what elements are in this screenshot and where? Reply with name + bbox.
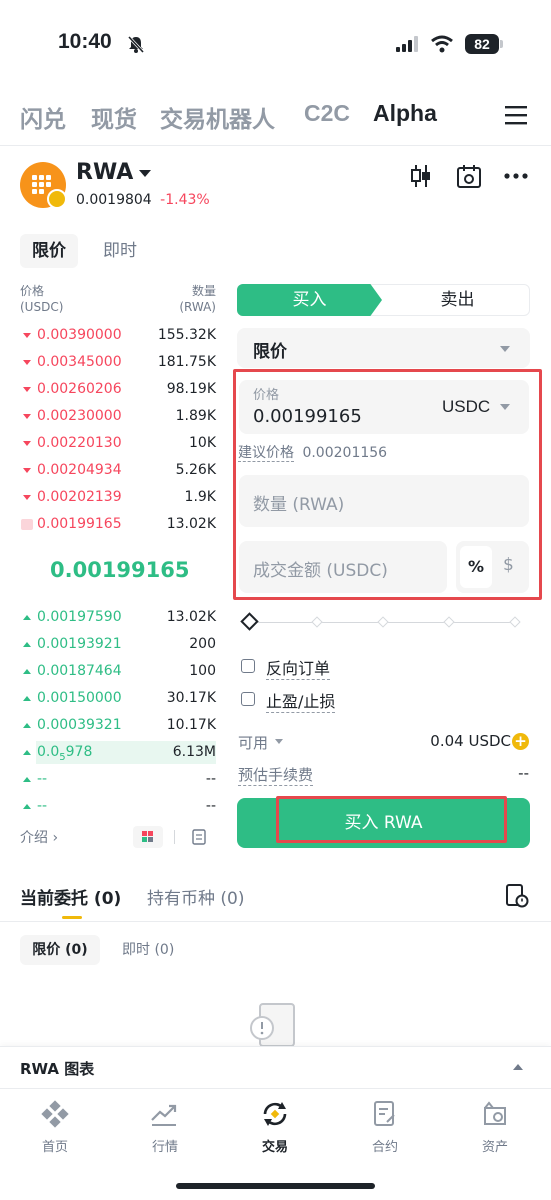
slider-step-75[interactable] <box>443 616 455 628</box>
slider-step-50[interactable] <box>377 616 389 628</box>
reverse-order-label[interactable]: 反向订单 <box>266 655 331 680</box>
my-order-marker-icon <box>21 519 33 530</box>
divider <box>0 145 551 146</box>
pair-price-line: 0.0019804 -1.43% <box>76 192 210 208</box>
amount-slider-handle[interactable] <box>240 612 259 631</box>
ob-qty-header: 数量 (RWA) <box>179 283 216 315</box>
bid-row[interactable]: 0.00150000 30.17K <box>20 685 216 712</box>
wifi-icon <box>431 35 453 53</box>
ask-row[interactable]: 0.00199165 13.02K <box>20 511 216 538</box>
order-type-limit-tab[interactable]: 限价 <box>20 234 78 268</box>
filter-limit[interactable]: 限价 (0) <box>20 935 100 965</box>
tab-c2c[interactable]: C2C <box>304 100 350 127</box>
last-price[interactable]: 0.00199165 <box>50 558 189 582</box>
intro-link[interactable]: 介绍 › <box>20 827 58 847</box>
bid-row[interactable]: 0.00187464 100 <box>20 658 216 685</box>
ob-qty-label: 数量 <box>191 284 216 298</box>
tp-sl-checkbox[interactable] <box>241 692 255 706</box>
tab-holdings[interactable]: 持有币种 (0) <box>147 884 244 909</box>
available-label[interactable]: 可用 <box>238 732 268 753</box>
divider <box>174 830 175 844</box>
chain-badge-icon <box>47 189 67 209</box>
candlestick-icon[interactable] <box>410 163 432 189</box>
nav-futures[interactable]: 合约 <box>355 1136 415 1155</box>
ob-qty-unit: (RWA) <box>179 300 216 314</box>
calendar-icon[interactable] <box>456 163 482 189</box>
nav-assets[interactable]: 资产 <box>465 1136 525 1155</box>
bid-row[interactable]: 0.05978 6.13M <box>20 739 216 766</box>
ask-row[interactable]: 0.00390000 155.32K <box>20 322 216 349</box>
pair-dropdown-icon[interactable] <box>139 170 151 177</box>
futures-icon <box>374 1101 395 1126</box>
chevron-down-icon <box>275 739 283 744</box>
ask-row[interactable]: 0.00204934 5.26K <box>20 457 216 484</box>
ask-row[interactable]: 0.00220130 10K <box>20 430 216 457</box>
chevron-up-icon <box>513 1064 523 1070</box>
bid-row: -- -- <box>20 793 216 820</box>
pair-price: 0.0019804 <box>76 192 152 208</box>
slider-step-25[interactable] <box>311 616 323 628</box>
ob-price-unit: (USDC) <box>20 300 64 314</box>
tab-trading-bots[interactable]: 交易机器人 <box>160 100 275 134</box>
ob-price-label: 价格 <box>20 284 45 298</box>
add-funds-icon[interactable]: + <box>512 733 529 750</box>
active-tab-indicator <box>62 916 82 919</box>
buy-tab[interactable]: 买入 <box>237 284 382 316</box>
chart-drawer-bar[interactable]: RWA 图表 <box>0 1046 551 1088</box>
pair-name[interactable]: RWA <box>76 160 133 185</box>
order-type-select[interactable]: 限价 <box>237 328 530 368</box>
bid-row[interactable]: 0.00193921 200 <box>20 631 216 658</box>
tab-swap[interactable]: 闪兑 <box>20 100 66 134</box>
pair-change: -1.43% <box>160 192 210 208</box>
tab-alpha[interactable]: Alpha <box>373 100 437 127</box>
menu-icon[interactable] <box>505 105 527 125</box>
more-icon[interactable] <box>504 173 528 179</box>
chart-drawer-label: RWA 图表 <box>20 1060 95 1078</box>
available-value: 0.04 USDC <box>430 732 511 750</box>
battery-tip <box>500 40 503 48</box>
nav-trade[interactable]: 交易 <box>245 1136 305 1155</box>
annotation-highlight-box <box>233 369 542 600</box>
tp-sl-label[interactable]: 止盈/止损 <box>266 688 336 713</box>
divider <box>0 921 551 922</box>
ask-row[interactable]: 0.00202139 1.9K <box>20 484 216 511</box>
filter-market[interactable]: 即时 (0) <box>122 935 174 965</box>
battery-level: 82 <box>465 34 499 54</box>
bid-row: -- -- <box>20 766 216 793</box>
annotation-highlight-box <box>276 796 507 843</box>
nav-home[interactable]: 首页 <box>25 1136 85 1155</box>
order-history-icon[interactable] <box>505 883 529 909</box>
nav-markets[interactable]: 行情 <box>135 1136 195 1155</box>
wallet-icon <box>484 1101 506 1125</box>
tab-spot[interactable]: 现货 <box>91 100 137 134</box>
signal-icon <box>396 36 418 52</box>
bid-row[interactable]: 0.00197590 13.02K <box>20 604 216 631</box>
ob-price-header: 价格 (USDC) <box>20 283 63 315</box>
tab-open-orders[interactable]: 当前委托 (0) <box>20 884 121 909</box>
markets-icon <box>151 1104 177 1126</box>
chevron-down-icon <box>500 346 510 352</box>
slider-step-100[interactable] <box>509 616 521 628</box>
order-type-value: 限价 <box>253 342 287 362</box>
fee-value: -- <box>518 764 529 782</box>
sell-tab[interactable]: 卖出 <box>390 284 525 316</box>
home-icon <box>41 1100 69 1128</box>
fee-label[interactable]: 预估手续费 <box>238 764 314 786</box>
silent-bell-icon <box>127 35 145 54</box>
empty-state-icon <box>250 1003 295 1046</box>
home-indicator[interactable] <box>176 1183 375 1189</box>
ask-row[interactable]: 0.00345000 181.75K <box>20 349 216 376</box>
layout-both-icon <box>142 831 153 842</box>
order-type-market-tab[interactable]: 即时 <box>103 234 137 268</box>
trade-icon <box>263 1102 287 1126</box>
ask-row[interactable]: 0.00230000 1.89K <box>20 403 216 430</box>
status-time: 10:40 <box>58 30 112 53</box>
reverse-order-checkbox[interactable] <box>241 659 255 673</box>
ask-row[interactable]: 0.00260206 98.19K <box>20 376 216 403</box>
book-layout-toggle[interactable] <box>133 826 163 848</box>
book-list-icon[interactable] <box>192 829 206 845</box>
bid-row[interactable]: 0.00039321 10.17K <box>20 712 216 739</box>
